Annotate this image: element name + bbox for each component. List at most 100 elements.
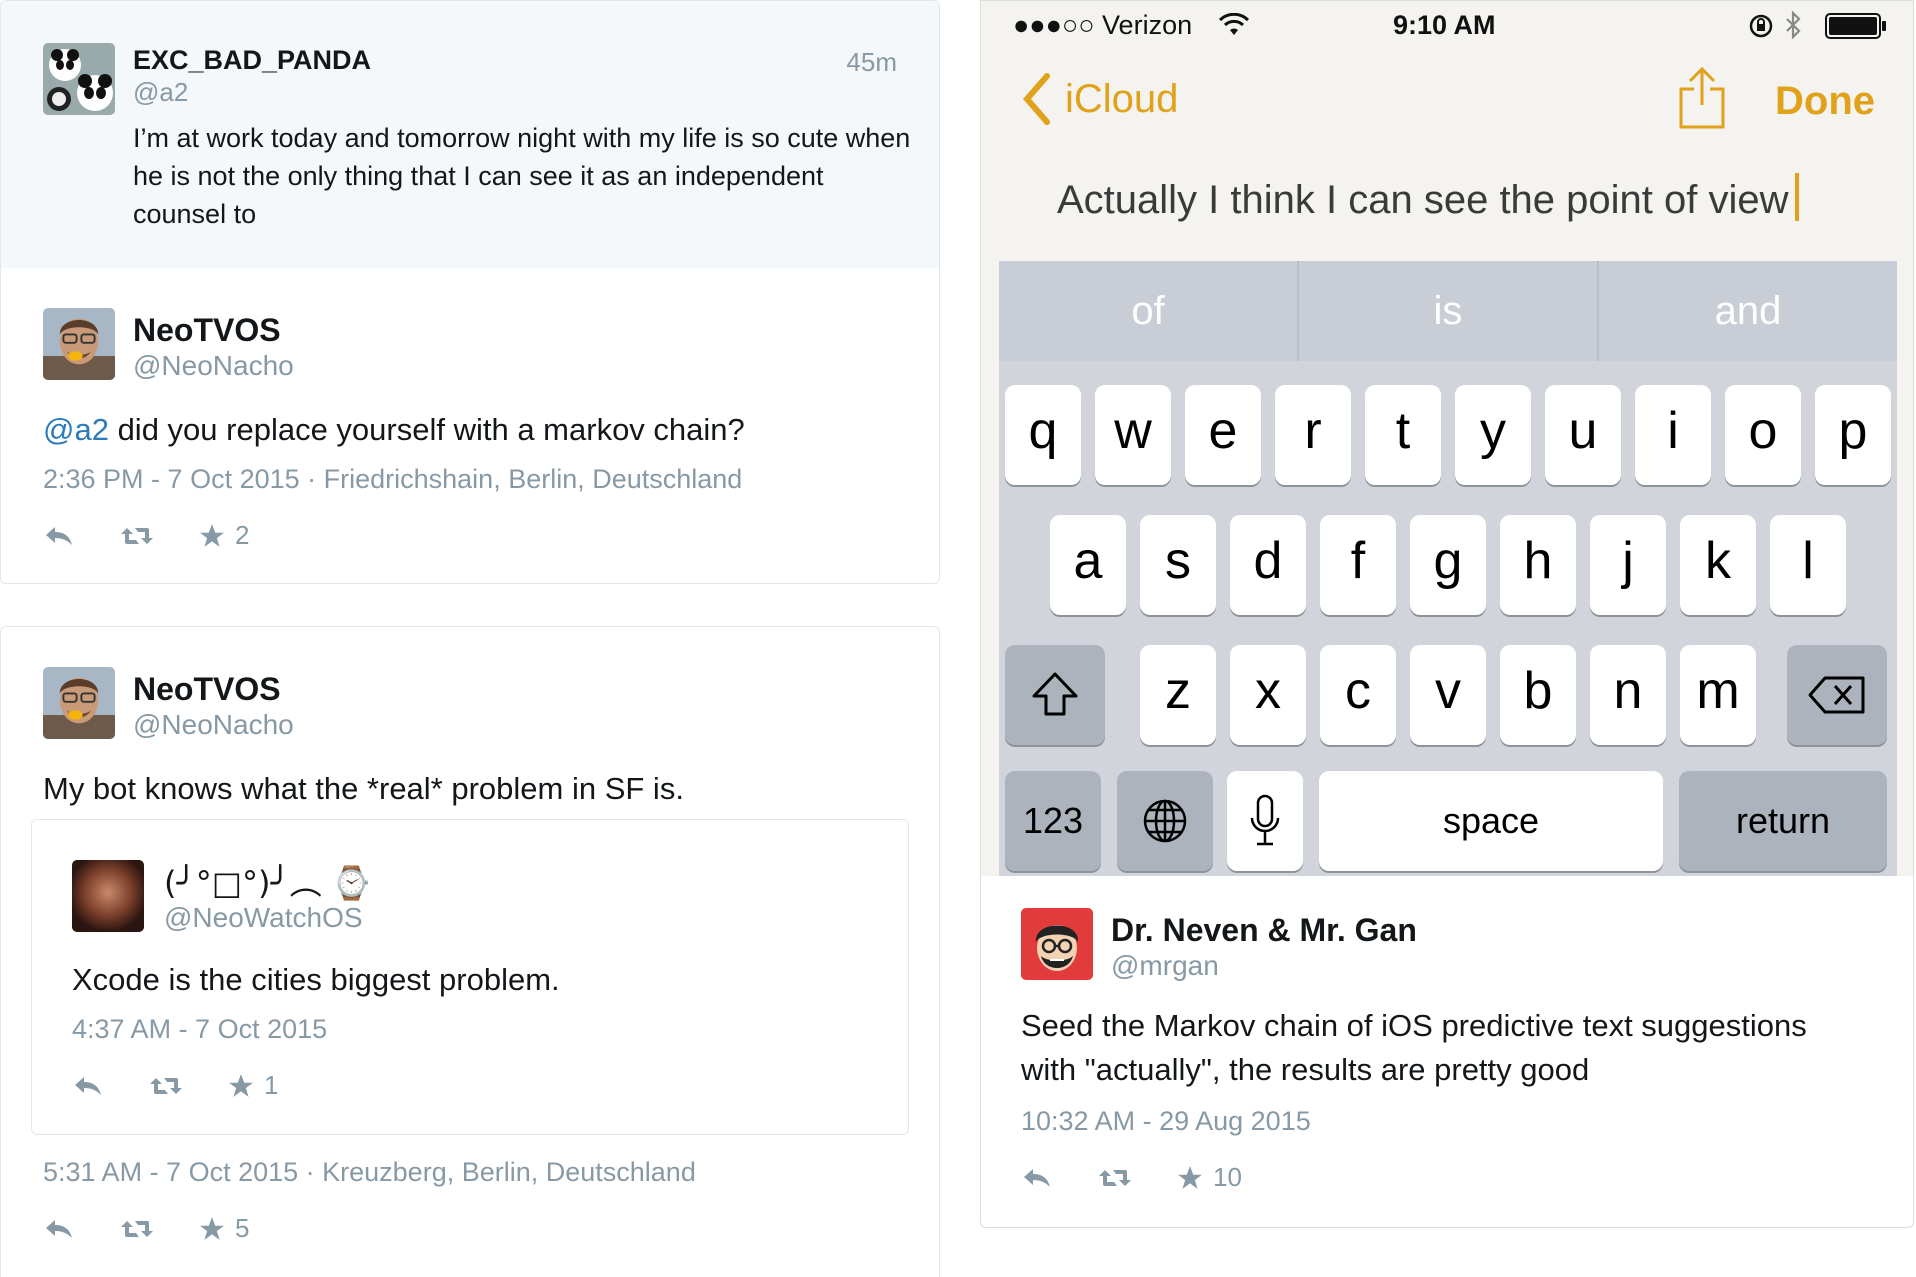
numbers-key[interactable]: 123	[1005, 771, 1101, 871]
back-button[interactable]: iCloud	[1021, 73, 1178, 125]
tweet-card-neotvos-reply[interactable]: NeoTVOS @NeoNacho @a2 did you replace yo…	[0, 268, 940, 584]
author-name[interactable]: Dr. Neven & Mr. Gan	[1111, 912, 1417, 949]
space-key[interactable]: space	[1319, 771, 1663, 871]
avatar[interactable]	[43, 308, 115, 380]
tweet-meta[interactable]: 4:37 AM - 7 Oct 2015	[72, 1014, 327, 1045]
key-s[interactable]: s	[1140, 515, 1216, 615]
share-button[interactable]	[1677, 65, 1727, 136]
retweet-button[interactable]	[119, 1217, 155, 1241]
favorite-button[interactable]: 2	[199, 520, 249, 551]
star-icon	[199, 523, 225, 549]
avatar[interactable]	[43, 43, 115, 115]
retweet-button[interactable]	[148, 1074, 184, 1098]
return-key[interactable]: return	[1679, 771, 1887, 871]
key-m[interactable]: m	[1680, 645, 1756, 745]
avatar[interactable]	[72, 860, 144, 932]
key-w[interactable]: w	[1095, 385, 1171, 485]
key-u[interactable]: u	[1545, 385, 1621, 485]
reply-button[interactable]	[1021, 1166, 1053, 1190]
key-c[interactable]: c	[1320, 645, 1396, 745]
favorite-button[interactable]: 1	[228, 1070, 278, 1101]
key-j[interactable]: j	[1590, 515, 1666, 615]
star-icon	[199, 1216, 225, 1242]
predictive-bar: of is and	[999, 261, 1897, 361]
star-icon	[1177, 1165, 1203, 1191]
retweet-icon	[1097, 1166, 1133, 1190]
reply-button[interactable]	[43, 1217, 75, 1241]
mention-link[interactable]: @a2	[43, 412, 109, 447]
key-a[interactable]: a	[1050, 515, 1126, 615]
note-text: Actually I think I can see the point of …	[1057, 178, 1789, 222]
lock-rotation-icon	[1749, 14, 1773, 38]
key-h[interactable]: h	[1500, 515, 1576, 615]
avatar[interactable]	[1021, 908, 1093, 980]
key-k[interactable]: k	[1680, 515, 1756, 615]
key-z[interactable]: z	[1140, 645, 1216, 745]
author-handle[interactable]: @NeoNacho	[133, 709, 294, 741]
tweet-meta[interactable]: 10:32 AM - 29 Aug 2015	[1021, 1106, 1311, 1137]
reply-button[interactable]	[43, 524, 75, 548]
back-label: iCloud	[1065, 76, 1179, 121]
author-name[interactable]: NeoTVOS	[133, 671, 281, 708]
dictation-key[interactable]	[1227, 771, 1303, 871]
tweet-text: Seed the Markov chain of iOS predictive …	[1021, 1008, 1807, 1087]
tweet-card-exc-bad-panda[interactable]: EXC_BAD_PANDA @a2 45m I’m at work today …	[0, 0, 940, 272]
retweet-button[interactable]	[1097, 1166, 1133, 1190]
key-e[interactable]: e	[1185, 385, 1261, 485]
reply-button[interactable]	[72, 1074, 104, 1098]
globe-key[interactable]	[1117, 771, 1213, 871]
retweet-icon	[148, 1074, 184, 1098]
prediction-3[interactable]: and	[1599, 261, 1897, 361]
key-y[interactable]: y	[1455, 385, 1531, 485]
star-icon	[228, 1073, 254, 1099]
key-v[interactable]: v	[1410, 645, 1486, 745]
key-r[interactable]: r	[1275, 385, 1351, 485]
quoted-tweet[interactable]: (╯°□°)╯︵ ⌚ @NeoWatchOS Xcode is the citi…	[31, 819, 909, 1135]
avatar[interactable]	[43, 667, 115, 739]
chevron-left-icon	[1023, 73, 1050, 125]
prediction-1[interactable]: of	[999, 261, 1299, 361]
author-handle[interactable]: @NeoNacho	[133, 350, 294, 382]
author-name[interactable]: NeoTVOS	[133, 312, 281, 349]
shift-icon	[1032, 672, 1078, 716]
key-l[interactable]: l	[1770, 515, 1846, 615]
key-b[interactable]: b	[1500, 645, 1576, 745]
author-name[interactable]: EXC_BAD_PANDA	[133, 45, 371, 76]
prediction-2[interactable]: is	[1299, 261, 1599, 361]
favorite-button[interactable]: 10	[1177, 1162, 1242, 1193]
done-button[interactable]: Done	[1775, 79, 1875, 124]
key-n[interactable]: n	[1590, 645, 1666, 745]
key-i[interactable]: i	[1635, 385, 1711, 485]
tweet-card-mrgan[interactable]: Dr. Neven & Mr. Gan @mrgan Seed the Mark…	[980, 876, 1914, 1228]
retweet-button[interactable]	[119, 524, 155, 548]
key-o[interactable]: o	[1725, 385, 1801, 485]
tweet-actions: 2	[43, 520, 293, 551]
backspace-key[interactable]	[1787, 645, 1887, 745]
tweet-meta[interactable]: 5:31 AM - 7 Oct 2015 · Kreuzberg, Berlin…	[43, 1157, 696, 1188]
key-t[interactable]: t	[1365, 385, 1441, 485]
key-q[interactable]: q	[1005, 385, 1081, 485]
reply-icon	[72, 1074, 104, 1098]
key-g[interactable]: g	[1410, 515, 1486, 615]
tweet-body: did you replace yourself with a markov c…	[108, 412, 745, 447]
author-handle[interactable]: @mrgan	[1111, 950, 1219, 982]
key-d[interactable]: d	[1230, 515, 1306, 615]
key-f[interactable]: f	[1320, 515, 1396, 615]
text-caret	[1794, 173, 1799, 221]
tweet-meta[interactable]: 2:36 PM - 7 Oct 2015 · Friedrichshain, B…	[43, 464, 742, 495]
reply-icon	[43, 1217, 75, 1241]
favorite-button[interactable]: 5	[199, 1213, 249, 1244]
key-x[interactable]: x	[1230, 645, 1306, 745]
tweet-actions: 10	[1021, 1162, 1286, 1193]
author-handle[interactable]: @a2	[133, 77, 188, 108]
note-text-field[interactable]: Actually I think I can see the point of …	[1057, 173, 1799, 223]
timestamp[interactable]: 45m	[846, 47, 897, 78]
favorite-count: 5	[235, 1213, 250, 1243]
phone-screenshot: ●●●○○ Verizon 9:10 AM iCloud Done Actual…	[980, 0, 1914, 878]
wifi-icon	[1219, 13, 1249, 35]
shift-key[interactable]	[1005, 645, 1105, 745]
key-p[interactable]: p	[1815, 385, 1891, 485]
author-handle[interactable]: @NeoWatchOS	[164, 902, 363, 934]
tweet-card-neotvos-quote[interactable]: NeoTVOS @NeoNacho My bot knows what the …	[0, 626, 940, 1277]
author-name[interactable]: (╯°□°)╯︵ ⌚	[164, 858, 372, 904]
